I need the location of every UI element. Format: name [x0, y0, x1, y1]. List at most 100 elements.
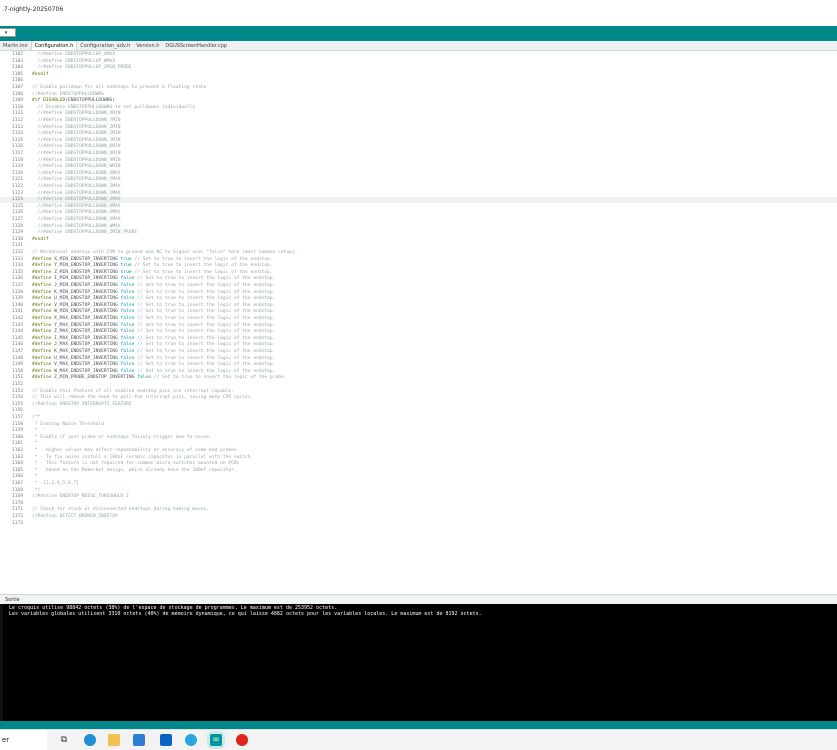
code-line[interactable]: 1144 #define Z_MAX_ENDSTOP_INVERTING fals…: [0, 329, 837, 335]
code-line[interactable]: 1130 #endif: [0, 237, 837, 243]
code-line[interactable]: 1113 //#define ENDSTOPPULLDOWN_ZMIN: [0, 125, 837, 131]
tab-configuration-h[interactable]: Configuration.h: [30, 41, 78, 50]
code-line[interactable]: 1123 //#define ENDSTOPPULLDOWN_IMAX: [0, 191, 837, 197]
code-line[interactable]: 1154 // This will remove the need to poll…: [0, 395, 837, 401]
outlook-icon[interactable]: [160, 734, 172, 746]
tab-version-h[interactable]: Version.h: [133, 41, 162, 50]
code-line[interactable]: 1126 //#define ENDSTOPPULLDOWN_UMAX: [0, 210, 837, 216]
code-line[interactable]: 1120 //#define ENDSTOPPULLDOWN_XMAX: [0, 171, 837, 177]
code-line[interactable]: 1152: [0, 382, 837, 388]
code-line[interactable]: 1166 *: [0, 474, 837, 480]
code-line[interactable]: 1150 #define W_MAX_ENDSTOP_INVERTING fals…: [0, 369, 837, 375]
line-number: 1147: [11, 349, 23, 354]
code-editor[interactable]: 1102 //#define ENDSTOPPULLUP_UMAX 1103 //…: [0, 51, 837, 594]
code-line[interactable]: 1131: [0, 243, 837, 249]
code-line[interactable]: 1162 * - Higher values may affect repeat…: [0, 448, 837, 454]
code-line[interactable]: 1167 * :[2,3,4,5,6,7]: [0, 481, 837, 487]
line-number: 1167: [11, 481, 23, 486]
code-line[interactable]: 1165 * based on the Makerbot design, whi…: [0, 468, 837, 474]
task-view-icon[interactable]: ⧉: [58, 734, 70, 746]
code-line[interactable]: 1141 #define W_MIN_ENDSTOP_INVERTING fals…: [0, 309, 837, 315]
code-line[interactable]: 1105 #endif: [0, 72, 837, 78]
tab-dgusscreenhandler-cpp[interactable]: DGUSScreenHandler.cpp: [162, 41, 230, 50]
code-line[interactable]: 1173: [0, 521, 837, 527]
code-line[interactable]: 1161 *: [0, 441, 837, 447]
code-line[interactable]: 1111 //#define ENDSTOPPULLDOWN_XMIN: [0, 111, 837, 117]
line-number: 1105: [11, 71, 23, 77]
code-line[interactable]: 1137 #define J_MIN_ENDSTOP_INVERTING fals…: [0, 283, 837, 289]
file-explorer-icon[interactable]: [108, 734, 120, 746]
board-selector-dropdown[interactable]: ▾: [0, 28, 16, 37]
code-line[interactable]: 1160 * Enable if your probe or endstops …: [0, 435, 837, 441]
arduino-icon[interactable]: ∞: [210, 734, 222, 746]
store-icon[interactable]: [133, 734, 145, 746]
code-text: //#define ENDSTOP_INTERRUPTS_FEATURE: [32, 401, 132, 407]
code-text: * Endstop Noise Threshold: [32, 421, 104, 427]
code-line[interactable]: 1142 #define X_MAX_ENDSTOP_INVERTING fals…: [0, 316, 837, 322]
line-number: 1171: [11, 507, 23, 513]
edge-icon-2[interactable]: [185, 734, 197, 746]
code-line[interactable]: 1139 #define U_MIN_ENDSTOP_INVERTING fals…: [0, 296, 837, 302]
code-line[interactable]: 1133 #define X_MIN_ENDSTOP_INVERTING true…: [0, 257, 837, 263]
code-line[interactable]: 1125 //#define ENDSTOPPULLDOWN_KMAX: [0, 204, 837, 210]
code-line[interactable]: 1145 #define I_MAX_ENDSTOP_INVERTING fals…: [0, 336, 837, 342]
edge-icon[interactable]: [84, 734, 96, 746]
code-line[interactable]: 1155 //#define ENDSTOP_INTERRUPTS_FEATURE: [0, 402, 837, 408]
line-number: 1156: [11, 408, 23, 414]
code-line[interactable]: 1159 *: [0, 428, 837, 434]
code-line[interactable]: 1132 // Mechanical endstop with COM to gr…: [0, 250, 837, 256]
code-line[interactable]: 1117 //#define ENDSTOPPULLDOWN_UMIN: [0, 151, 837, 157]
code-line[interactable]: 1168 */: [0, 488, 837, 494]
code-line[interactable]: 1140 #define V_MIN_ENDSTOP_INVERTING fals…: [0, 303, 837, 309]
code-line[interactable]: 1115 //#define ENDSTOPPULLDOWN_JMIN: [0, 138, 837, 144]
code-line[interactable]: 1116 //#define ENDSTOPPULLDOWN_KMIN: [0, 144, 837, 150]
code-line[interactable]: 1129 //#define ENDSTOPPULLDOWN_ZMIN_PROB…: [0, 230, 837, 236]
code-line[interactable]: 1128 //#define ENDSTOPPULLDOWN_WMAX: [0, 224, 837, 230]
code-line[interactable]: 1158 * Endstop Noise Threshold: [0, 422, 837, 428]
code-line[interactable]: 1149 #define V_MAX_ENDSTOP_INVERTING fals…: [0, 362, 837, 368]
code-line[interactable]: 1153 // Enable this feature if all enable…: [0, 389, 837, 395]
code-line[interactable]: 1103 //#define ENDSTOPPULLUP_WMAX: [0, 59, 837, 65]
code-line[interactable]: 1127 //#define ENDSTOPPULLDOWN_VMAX: [0, 217, 837, 223]
code-line[interactable]: 1157 /**: [0, 415, 837, 421]
code-line[interactable]: 1124 //#define ENDSTOPPULLDOWN_JMAX: [0, 197, 837, 203]
output-console[interactable]: Le croquis utilise 98842 octets (38%) de…: [0, 604, 837, 721]
tab-configuration-adv-h[interactable]: Configuration_adv.h: [77, 41, 133, 50]
code-line[interactable]: 1171 // Check for stuck or disconnected e…: [0, 507, 837, 513]
taskbar-search-field[interactable]: er: [0, 730, 47, 750]
code-line[interactable]: 1170: [0, 501, 837, 507]
code-line[interactable]: 1148 #define U_MAX_ENDSTOP_INVERTING fals…: [0, 356, 837, 362]
code-line[interactable]: 1114 //#define ENDSTOPPULLDOWN_IMIN: [0, 131, 837, 137]
code-line[interactable]: 1143 #define Y_MAX_ENDSTOP_INVERTING fals…: [0, 323, 837, 329]
code-text: //#define ENDSTOPPULLDOWN_IMIN: [32, 131, 121, 137]
code-line[interactable]: 1146 #define J_MAX_ENDSTOP_INVERTING fals…: [0, 342, 837, 348]
code-line[interactable]: 1172 //#define DETECT_BROKEN_ENDSTOP: [0, 514, 837, 520]
code-line[interactable]: 1108 //#define ENDSTOPPULLDOWNS: [0, 92, 837, 98]
code-line[interactable]: 1138 #define K_MIN_ENDSTOP_INVERTING fals…: [0, 290, 837, 296]
code-line[interactable]: 1163 * - To fix noise install a 100nF ce…: [0, 455, 837, 461]
code-line[interactable]: 1118 //#define ENDSTOPPULLDOWN_VMIN: [0, 158, 837, 164]
code-line[interactable]: 1122 //#define ENDSTOPPULLDOWN_ZMAX: [0, 184, 837, 190]
code-line[interactable]: 1110 // Disable ENDSTOPPULLDOWNS to set …: [0, 105, 837, 111]
code-line[interactable]: 1109 #if DISABLED(ENDSTOPPULLDOWNS): [0, 98, 837, 104]
code-line[interactable]: 1164 * - This feature is not required fo…: [0, 461, 837, 467]
acrobat-icon[interactable]: [236, 734, 248, 746]
code-line[interactable]: 1135 #define Z_MIN_ENDSTOP_INVERTING true…: [0, 270, 837, 276]
tab-marlin-ino[interactable]: Marlin.ino: [0, 41, 31, 50]
code-line[interactable]: 1151 #define Z_MIN_PROBE_ENDSTOP_INVERTIN…: [0, 375, 837, 381]
code-line[interactable]: 1107 // Enable pulldown for all endstops …: [0, 85, 837, 91]
code-line[interactable]: 1121 //#define ENDSTOPPULLDOWN_YMAX: [0, 177, 837, 183]
code-line[interactable]: 1106: [0, 78, 837, 84]
code-line[interactable]: 1136 #define I_MIN_ENDSTOP_INVERTING fals…: [0, 276, 837, 282]
code-text: //#define ENDSTOPPULLDOWN_WMAX: [32, 223, 121, 229]
code-line[interactable]: 1169 //#define ENDSTOP_NOISE_THRESHOLD 2: [0, 494, 837, 500]
code-line[interactable]: 1112 //#define ENDSTOPPULLDOWN_YMIN: [0, 118, 837, 124]
code-line[interactable]: 1134 #define Y_MIN_ENDSTOP_INVERTING true…: [0, 263, 837, 269]
code-text: //#define ENDSTOPPULLDOWN_UMIN: [32, 151, 121, 156]
code-text: *: [32, 428, 38, 434]
code-line[interactable]: 1102 //#define ENDSTOPPULLUP_UMAX: [0, 52, 837, 58]
code-line[interactable]: 1147 #define K_MAX_ENDSTOP_INVERTING fals…: [0, 349, 837, 355]
code-line[interactable]: 1104 //#define ENDSTOPPULLUP_ZMIN_PROBE: [0, 65, 837, 71]
code-line[interactable]: 1119 //#define ENDSTOPPULLDOWN_WMIN: [0, 164, 837, 170]
code-line[interactable]: 1156: [0, 408, 837, 414]
